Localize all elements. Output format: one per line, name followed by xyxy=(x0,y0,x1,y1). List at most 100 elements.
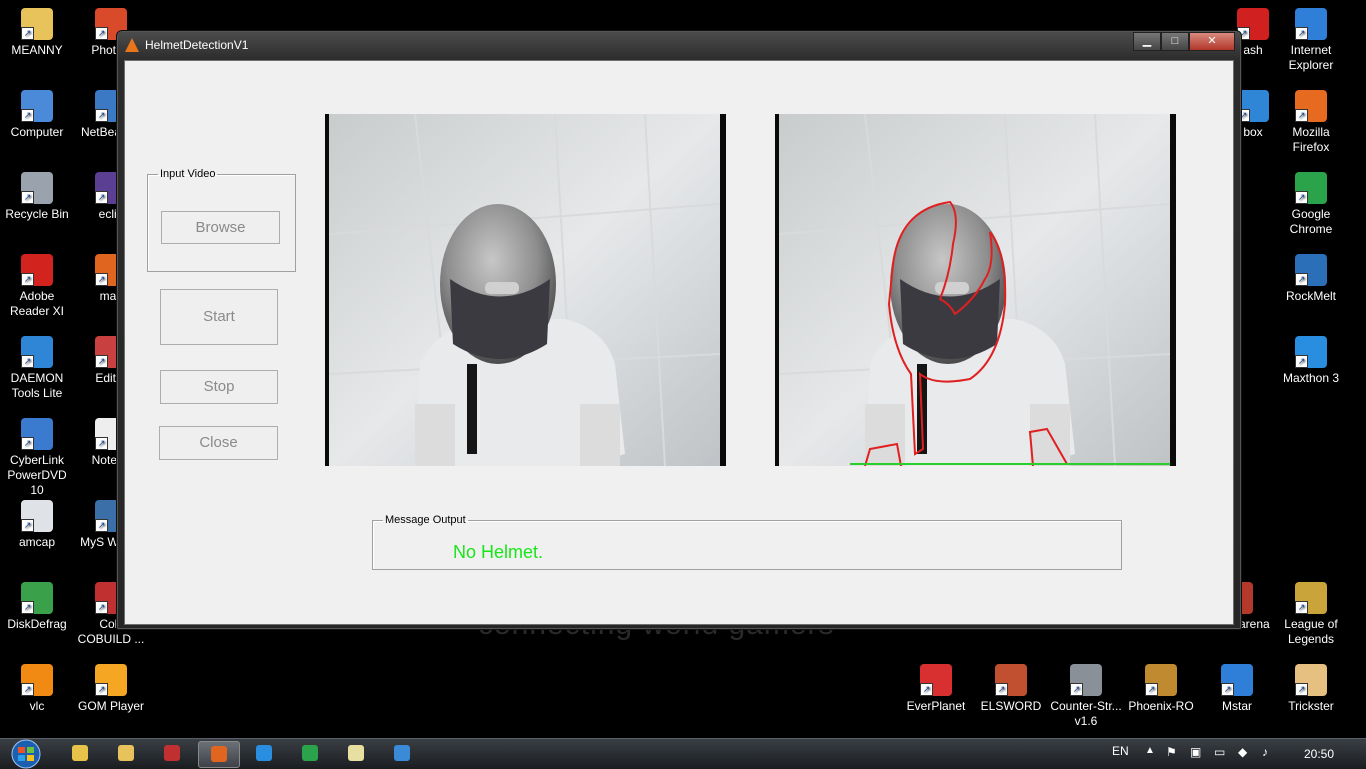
desktop-shortcut-label: DAEMON Tools Lite xyxy=(10,371,64,400)
internet-explorer-icon: ↗ xyxy=(1295,8,1327,40)
desktop-shortcut-chrome[interactable]: ↗ Google Chrome xyxy=(1274,172,1348,237)
shortcut-arrow-icon: ↗ xyxy=(1145,683,1158,696)
shortcut-arrow-icon: ↗ xyxy=(995,683,1008,696)
folder-icon: ↗ xyxy=(21,8,53,40)
desktop-shortcut-daemon-tools[interactable]: ↗ DAEMON Tools Lite xyxy=(0,336,74,401)
action-center-flag-icon[interactable]: ⚑ xyxy=(1166,745,1177,759)
diskdefrag-icon: ↗ xyxy=(21,582,53,614)
desktop-shortcut-label: GOM Player xyxy=(77,699,144,713)
trickster-icon: ↗ xyxy=(1295,664,1327,696)
processed-video-image xyxy=(775,114,1176,466)
desktop-shortcut-adobe-reader[interactable]: ↗ Adobe Reader XI xyxy=(0,254,74,319)
desktop-shortcut-everplanet[interactable]: ↗ EverPlanet xyxy=(899,664,973,714)
desktop-shortcut-powerdvd[interactable]: ↗ CyberLink PowerDVD 10 xyxy=(0,418,74,498)
taskbar-item-chrome[interactable] xyxy=(290,741,330,766)
desktop-shortcut-label: League of Legends xyxy=(1284,617,1338,646)
safely-remove-icon[interactable]: ▭ xyxy=(1214,745,1225,759)
adobe-reader-icon: ↗ xyxy=(21,254,53,286)
desktop-shortcut-recycle-bin[interactable]: ↗ Recycle Bin xyxy=(0,172,74,222)
phoenix-ro-icon: ↗ xyxy=(1145,664,1177,696)
taskbar: EN ▲ ⚑ ▣ ▭ ◆ ♪ 20:50 xyxy=(0,738,1366,769)
mstar-icon: ↗ xyxy=(1221,664,1253,696)
computer-icon: ↗ xyxy=(21,90,53,122)
desktop-shortcut-rockmelt[interactable]: ↗ RockMelt xyxy=(1274,254,1348,304)
taskbar-item-bug-app[interactable] xyxy=(152,741,192,766)
shortcut-arrow-icon: ↗ xyxy=(1221,683,1234,696)
maxthon-icon: ↗ xyxy=(1295,336,1327,368)
stop-button[interactable]: Stop xyxy=(160,370,278,404)
desktop-shortcut-label: Computer xyxy=(10,125,64,139)
desktop-shortcut-phoenix-ro[interactable]: ↗ Phoenix-RO xyxy=(1124,664,1198,714)
desktop-shortcut-league-of-legends[interactable]: ↗ League of Legends xyxy=(1274,582,1348,647)
shortcut-arrow-icon: ↗ xyxy=(95,601,108,614)
desktop-shortcut-vlc[interactable]: ↗ vlc xyxy=(0,664,74,714)
minimize-button[interactable]: ▁ xyxy=(1133,32,1161,51)
desktop-shortcut-label: vlc xyxy=(29,699,45,713)
desktop-shortcut-label: Google Chrome xyxy=(1289,207,1333,236)
desktop-shortcut-mstar[interactable]: ↗ Mstar xyxy=(1200,664,1274,714)
taskbar-item-windows-explorer[interactable] xyxy=(60,741,100,766)
desktop-shortcut-counter-strike[interactable]: ↗ Counter-Str... v1.6 xyxy=(1049,664,1123,729)
volume-icon[interactable]: ♪ xyxy=(1262,745,1268,759)
desktop-shortcut-amcap[interactable]: ↗ amcap xyxy=(0,500,74,550)
counter-strike-icon: ↗ xyxy=(1070,664,1102,696)
shortcut-arrow-icon: ↗ xyxy=(95,437,108,450)
amcap-icon: ↗ xyxy=(21,500,53,532)
shortcut-arrow-icon: ↗ xyxy=(21,355,34,368)
desktop-shortcut-label: MEANNY xyxy=(11,43,63,57)
desktop-shortcut-label: Trickster xyxy=(1288,699,1334,713)
network-icon[interactable]: ▣ xyxy=(1190,745,1201,759)
desktop-shortcut-elsword[interactable]: ↗ ELSWORD xyxy=(974,664,1048,714)
shortcut-arrow-icon: ↗ xyxy=(21,437,34,450)
shortcut-arrow-icon: ↗ xyxy=(95,355,108,368)
taskbar-item-file-explorer[interactable] xyxy=(106,741,146,766)
windows-explorer-icon xyxy=(72,745,88,761)
desktop-shortcut-trickster[interactable]: ↗ Trickster xyxy=(1274,664,1348,714)
desktop-shortcut-label: Maxthon 3 xyxy=(1282,371,1340,385)
desktop-shortcut-label: CyberLink PowerDVD 10 xyxy=(7,453,67,497)
shortcut-arrow-icon: ↗ xyxy=(1295,683,1308,696)
matlab-app-icon xyxy=(125,38,139,52)
browse-button[interactable]: Browse xyxy=(161,211,280,244)
shortcut-arrow-icon: ↗ xyxy=(21,27,34,40)
recycle-bin-icon: ↗ xyxy=(21,172,53,204)
chrome-icon xyxy=(302,745,318,761)
close-button[interactable]: Close xyxy=(159,426,278,460)
system-clock[interactable]: 20:50 xyxy=(1304,747,1334,761)
taskbar-item-paint[interactable] xyxy=(382,741,422,766)
shortcut-arrow-icon: ↗ xyxy=(21,601,34,614)
show-hidden-icons-icon[interactable]: ▲ xyxy=(1145,745,1155,756)
desktop-shortcut-label: DiskDefrag xyxy=(7,617,67,631)
desktop-shortcut-label: Phoenix-RO xyxy=(1128,699,1194,713)
daemon-tools-icon: ↗ xyxy=(21,336,53,368)
shortcut-arrow-icon: ↗ xyxy=(21,683,34,696)
shortcut-arrow-icon: ↗ xyxy=(1070,683,1083,696)
taskbar-item-matlab[interactable] xyxy=(198,741,240,768)
desktop-shortcut-maxthon[interactable]: ↗ Maxthon 3 xyxy=(1274,336,1348,386)
shortcut-arrow-icon: ↗ xyxy=(1295,27,1308,40)
shortcut-arrow-icon: ↗ xyxy=(1295,355,1308,368)
window-close-button[interactable]: ✕ xyxy=(1189,32,1235,51)
desktop-shortcut-diskdefrag[interactable]: ↗ DiskDefrag xyxy=(0,582,74,632)
matlab-icon xyxy=(211,746,227,762)
firefox-icon: ↗ xyxy=(1295,90,1327,122)
bug-app-icon xyxy=(164,745,180,761)
desktop-shortcut-computer[interactable]: ↗ Computer xyxy=(0,90,74,140)
input-video-legend: Input Video xyxy=(160,168,216,180)
message-output-legend: Message Output xyxy=(385,514,466,526)
desktop-shortcut-label: RockMelt xyxy=(1285,289,1336,303)
maximize-button[interactable]: □ xyxy=(1161,32,1189,51)
desktop-shortcut-folder[interactable]: ↗ MEANNY xyxy=(0,8,74,58)
desktop-shortcut-gom-player[interactable]: ↗ GOM Player xyxy=(74,664,148,714)
league-of-legends-icon: ↗ xyxy=(1295,582,1327,614)
dropbox-icon[interactable]: ◆ xyxy=(1238,745,1247,759)
taskbar-item-maxthon[interactable] xyxy=(244,741,284,766)
start-button[interactable]: Start xyxy=(160,289,278,345)
taskbar-item-notepad[interactable] xyxy=(336,741,376,766)
language-indicator[interactable]: EN xyxy=(1112,744,1129,758)
shortcut-arrow-icon: ↗ xyxy=(1295,601,1308,614)
rockmelt-icon: ↗ xyxy=(1295,254,1327,286)
chrome-icon: ↗ xyxy=(1295,172,1327,204)
start-button[interactable] xyxy=(4,739,44,769)
message-output-text: No Helmet. xyxy=(453,542,544,562)
